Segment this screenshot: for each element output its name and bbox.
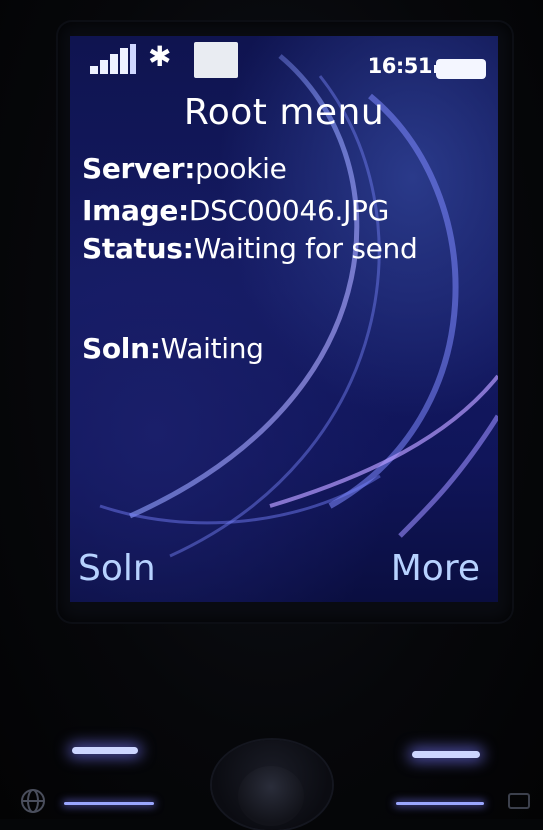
right-softkey-button[interactable] bbox=[412, 751, 480, 758]
memory-card-icon bbox=[194, 42, 238, 78]
status-value: Waiting for send bbox=[193, 232, 418, 265]
server-label: Server: bbox=[82, 152, 196, 185]
image-value: DSC00046.JPG bbox=[188, 194, 390, 227]
clear-key-icon[interactable] bbox=[506, 788, 532, 818]
server-row: Server:pookie bbox=[82, 152, 287, 185]
soln-value: Waiting bbox=[160, 332, 264, 365]
screen-title: Root menu bbox=[183, 92, 385, 133]
navigation-center-button[interactable] bbox=[238, 766, 304, 826]
keypad-area bbox=[0, 690, 543, 830]
right-key-edge-light bbox=[396, 802, 484, 805]
phone-device: ✱ 16:51 Root menu Server:pookie Image:DS… bbox=[0, 0, 543, 830]
image-row: Image:DSC00046.JPG bbox=[82, 194, 389, 227]
soln-label: Soln: bbox=[82, 332, 161, 365]
status-bar: ✱ 16:51 bbox=[70, 36, 498, 82]
server-value: pookie bbox=[195, 152, 287, 185]
bluetooth-icon: ✱ bbox=[148, 40, 172, 73]
phone-screen: ✱ 16:51 Root menu Server:pookie Image:DS… bbox=[70, 36, 498, 602]
clock-time: 16:51 bbox=[367, 54, 433, 78]
battery-icon bbox=[434, 56, 490, 86]
globe-icon[interactable] bbox=[20, 788, 46, 818]
soln-row: Soln:Waiting bbox=[82, 332, 264, 365]
status-row: Status:Waiting for send bbox=[82, 232, 418, 265]
left-softkey-button[interactable] bbox=[72, 747, 138, 754]
signal-icon bbox=[88, 42, 138, 80]
softkey-soln[interactable]: Soln bbox=[78, 548, 156, 589]
image-label: Image: bbox=[82, 194, 189, 227]
status-label: Status: bbox=[82, 232, 194, 265]
softkey-more[interactable]: More bbox=[391, 548, 480, 589]
left-key-edge-light bbox=[64, 802, 154, 805]
